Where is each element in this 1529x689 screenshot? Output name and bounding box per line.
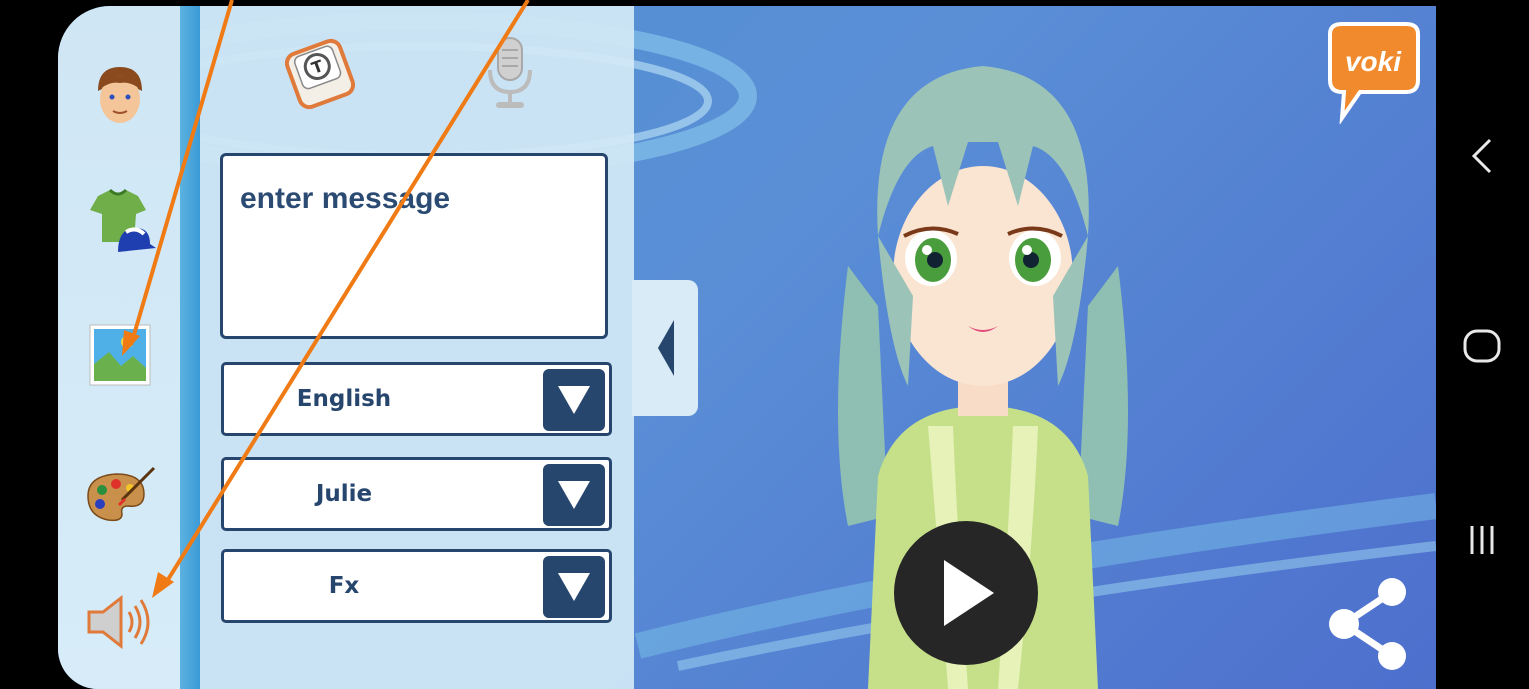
voice-label: Julie [315, 481, 373, 507]
chevron-down-icon [558, 386, 590, 414]
voki-app: T enter message English Julie Fx voki [58, 6, 1436, 689]
play-icon [944, 560, 994, 626]
chevron-down-icon [558, 573, 590, 601]
voki-logo-text: voki [1344, 46, 1402, 77]
chevron-left-icon [658, 320, 674, 376]
play-button[interactable] [894, 521, 1038, 665]
collapse-panel-button[interactable] [632, 280, 698, 416]
face-icon[interactable] [80, 56, 160, 136]
voice-select[interactable]: Julie [221, 457, 612, 531]
rail-divider [180, 6, 200, 689]
color-palette-icon[interactable] [80, 454, 160, 534]
effects-dropdown-button[interactable] [543, 556, 605, 618]
share-icon[interactable] [1326, 576, 1410, 672]
left-icon-rail [58, 6, 180, 689]
effects-select[interactable]: Fx [221, 549, 612, 623]
text-keyboard-icon[interactable]: T [280, 34, 360, 114]
message-panel: T enter message English Julie Fx [200, 6, 634, 689]
recent-apps-icon[interactable] [1452, 510, 1512, 570]
effects-label: Fx [328, 573, 360, 599]
language-dropdown-button[interactable] [543, 369, 605, 431]
language-label: English [296, 386, 392, 412]
voice-dropdown-button[interactable] [543, 464, 605, 526]
back-icon[interactable] [1452, 126, 1512, 186]
language-select[interactable]: English [221, 362, 612, 436]
speaker-icon[interactable] [80, 582, 160, 662]
background-image-icon[interactable] [80, 315, 160, 395]
home-icon[interactable] [1452, 316, 1512, 376]
chevron-down-icon [558, 481, 590, 509]
message-input[interactable]: enter message [220, 153, 608, 339]
microphone-icon[interactable] [470, 34, 550, 114]
clothing-icon[interactable] [80, 182, 160, 262]
